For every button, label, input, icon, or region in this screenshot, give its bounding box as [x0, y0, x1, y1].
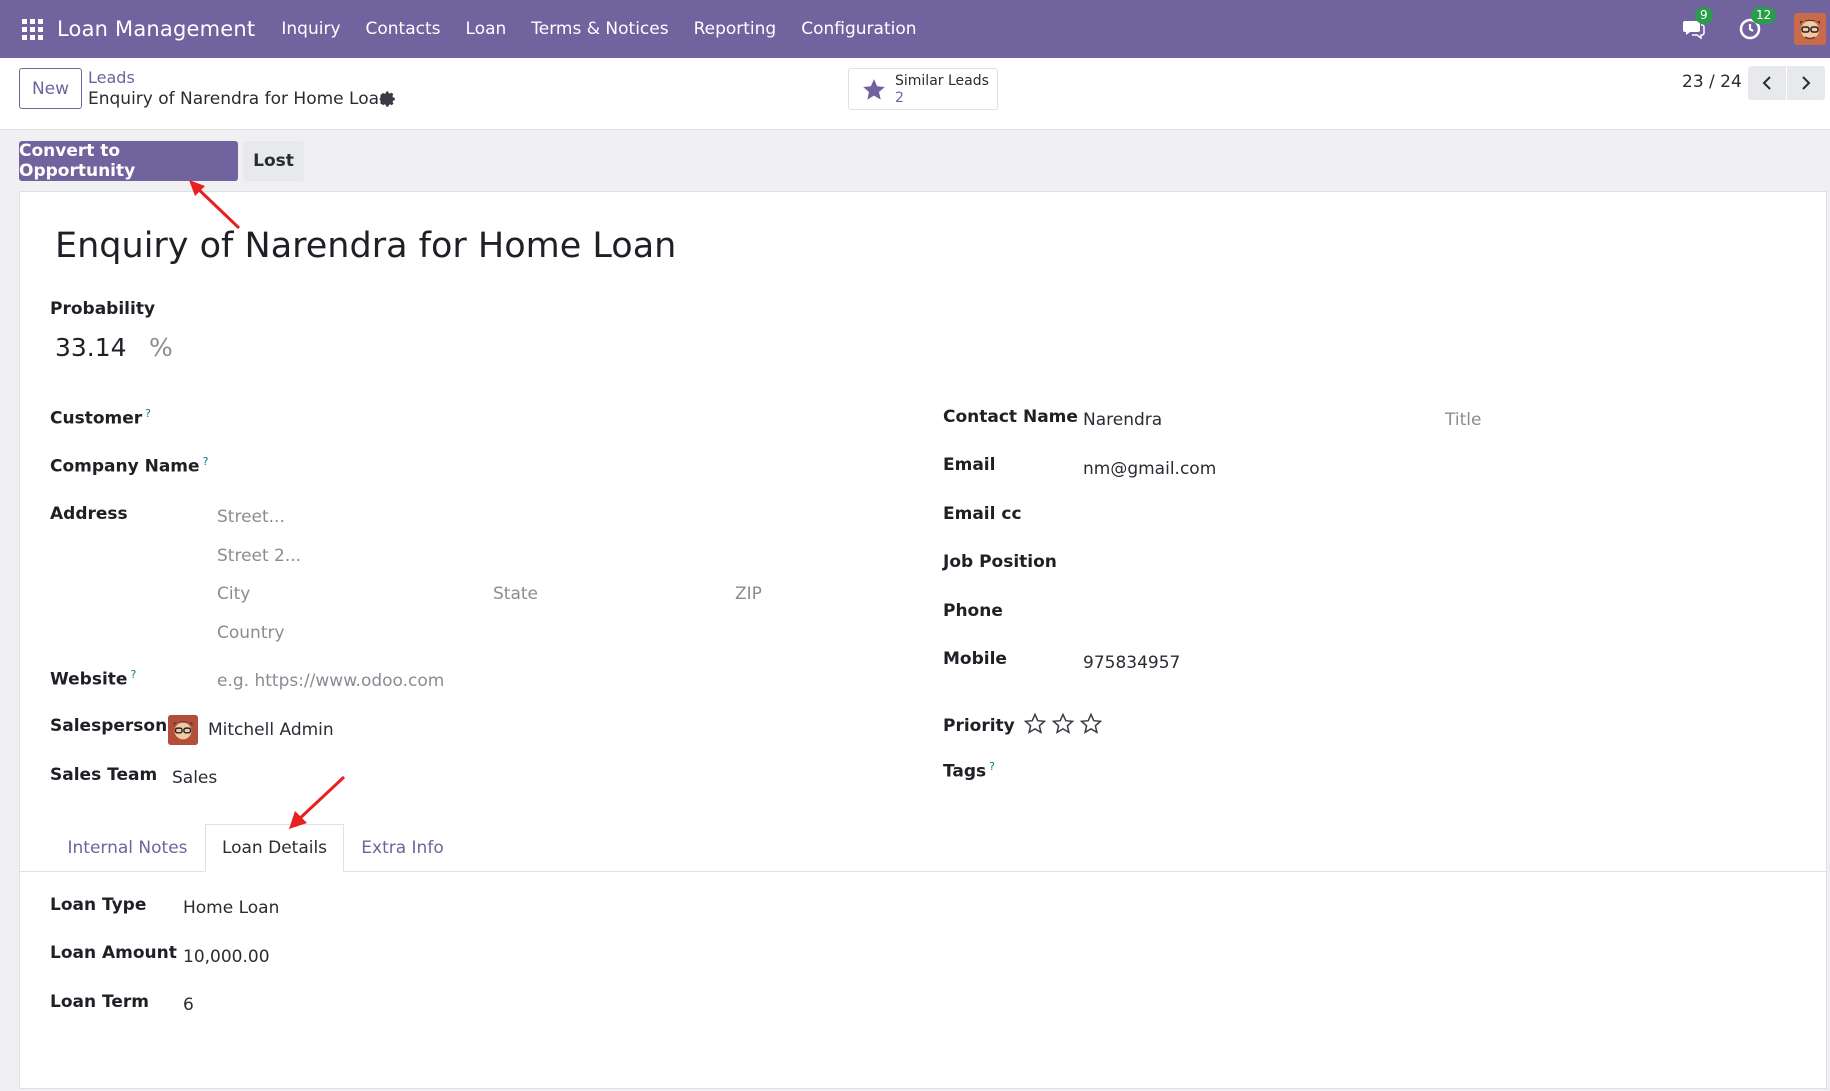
similar-leads-label: Similar Leads: [895, 73, 989, 89]
loan-type-label: Loan Type: [50, 895, 147, 915]
activities-badge: 12: [1751, 7, 1777, 24]
email-input[interactable]: nm@gmail.com: [1083, 459, 1216, 479]
pager-previous-button[interactable]: [1748, 66, 1786, 100]
chevron-right-icon: [1802, 76, 1811, 90]
menu-loan[interactable]: Loan: [466, 19, 507, 39]
lost-button[interactable]: Lost: [243, 141, 304, 181]
salesperson-input[interactable]: Mitchell Admin: [208, 720, 334, 740]
salesperson-avatar: [168, 715, 198, 745]
job-position-label: Job Position: [943, 552, 1057, 572]
country-input[interactable]: Country: [217, 623, 285, 643]
mobile-input[interactable]: 975834957: [1083, 653, 1180, 673]
messages-icon[interactable]: 9: [1682, 7, 1713, 41]
zip-input[interactable]: ZIP: [735, 584, 762, 604]
priority-star-icon[interactable]: [1023, 712, 1047, 736]
help-tooltip-icon[interactable]: ?: [130, 668, 136, 681]
menu-configuration[interactable]: Configuration: [801, 19, 916, 39]
new-button[interactable]: New: [19, 68, 82, 109]
probability-input[interactable]: 33.14: [55, 333, 127, 362]
help-tooltip-icon[interactable]: ?: [145, 407, 151, 420]
priority-label: Priority: [943, 716, 1015, 736]
mobile-label: Mobile: [943, 649, 1007, 669]
pager-next-button[interactable]: [1787, 66, 1825, 100]
menu-inquiry[interactable]: Inquiry: [281, 19, 340, 39]
sales-team-input[interactable]: Sales: [172, 768, 217, 788]
chevron-left-icon: [1762, 76, 1771, 90]
breadcrumb-leads[interactable]: Leads: [88, 68, 135, 87]
salesperson-label: Salesperson: [50, 716, 168, 736]
probability-label: Probability: [50, 299, 156, 319]
loan-type-input[interactable]: Home Loan: [183, 898, 279, 918]
state-input[interactable]: State: [493, 584, 538, 604]
city-input[interactable]: City: [217, 584, 250, 604]
menu-reporting[interactable]: Reporting: [694, 19, 777, 39]
menu-terms-notices[interactable]: Terms & Notices: [531, 19, 668, 39]
email-label: Email: [943, 455, 996, 475]
top-navbar: Loan Management Inquiry Contacts Loan Te…: [0, 0, 1830, 58]
contact-title-input[interactable]: Title: [1445, 410, 1481, 430]
messages-badge: 9: [1695, 7, 1713, 24]
probability-percent-sign: %: [149, 333, 173, 362]
loan-amount-input[interactable]: 10,000.00: [183, 947, 270, 967]
customer-label: Customer?: [50, 407, 151, 429]
email-cc-label: Email cc: [943, 504, 1022, 524]
help-tooltip-icon[interactable]: ?: [203, 455, 209, 468]
gear-icon[interactable]: [379, 90, 397, 108]
tab-extra-info[interactable]: Extra Info: [344, 824, 461, 872]
phone-label: Phone: [943, 601, 1003, 621]
annotation-arrow-icon: [289, 775, 346, 829]
loan-term-label: Loan Term: [50, 992, 149, 1012]
similar-leads-button[interactable]: Similar Leads 2: [848, 68, 998, 110]
priority-star-icon[interactable]: [1079, 712, 1103, 736]
loan-amount-label: Loan Amount: [50, 943, 177, 963]
street2-input[interactable]: Street 2...: [217, 546, 301, 566]
similar-leads-count: 2: [895, 90, 904, 106]
lead-title[interactable]: Enquiry of Narendra for Home Loan: [55, 226, 676, 266]
sales-team-label: Sales Team: [50, 765, 158, 785]
contact-name-label: Contact Name: [943, 407, 1078, 427]
breadcrumb-record-name: Enquiry of Narendra for Home Loan: [88, 89, 390, 109]
help-tooltip-icon[interactable]: ?: [989, 760, 995, 773]
apps-menu-icon[interactable]: [0, 0, 64, 58]
website-label: Website?: [50, 668, 137, 690]
user-avatar[interactable]: [1794, 13, 1826, 45]
pager-value[interactable]: 23 / 24: [1682, 72, 1742, 92]
website-input[interactable]: e.g. https://www.odoo.com: [217, 671, 444, 691]
form-sheet: [19, 191, 1827, 1089]
control-panel: New Leads Enquiry of Narendra for Home L…: [0, 58, 1830, 130]
annotation-arrow-icon: [189, 180, 241, 230]
loan-term-input[interactable]: 6: [183, 995, 194, 1015]
street-input[interactable]: Street...: [217, 507, 285, 527]
app-title[interactable]: Loan Management: [57, 17, 255, 41]
company-name-label: Company Name?: [50, 455, 209, 477]
address-label: Address: [50, 504, 128, 524]
contact-name-input[interactable]: Narendra: [1083, 410, 1162, 430]
convert-to-opportunity-button[interactable]: Convert to Opportunity: [19, 141, 238, 181]
tags-label: Tags?: [943, 760, 996, 782]
menu-contacts[interactable]: Contacts: [366, 19, 441, 39]
priority-star-icon[interactable]: [1051, 712, 1075, 736]
tab-internal-notes[interactable]: Internal Notes: [50, 824, 205, 872]
star-icon: [861, 77, 887, 103]
activities-clock-icon[interactable]: 12: [1738, 7, 1777, 41]
